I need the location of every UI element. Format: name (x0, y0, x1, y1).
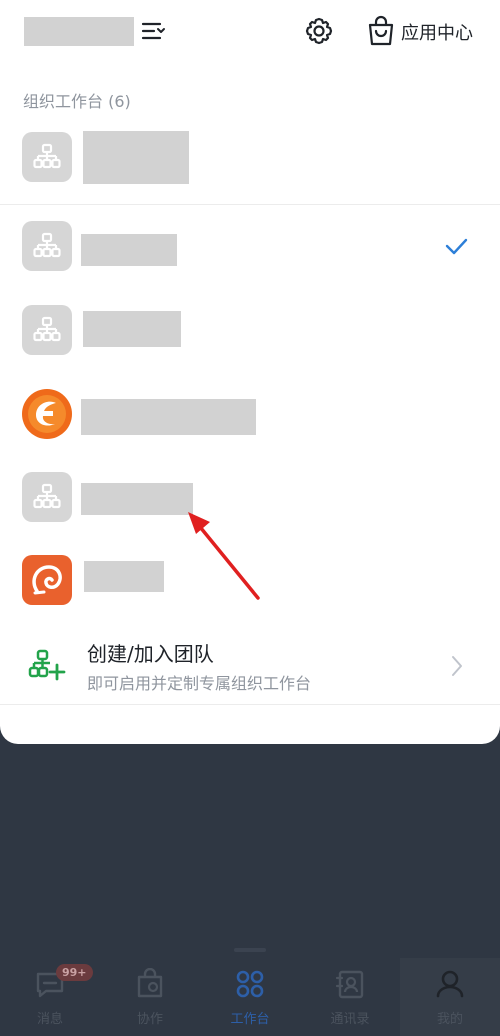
org-logo (22, 221, 72, 271)
workbench-grid-icon (236, 970, 264, 998)
org-logo (22, 472, 72, 522)
tab-label: 消息 (36, 1012, 63, 1027)
section-label: 组织工作台 (6) (23, 92, 131, 111)
org-logo (22, 305, 72, 355)
org-logo (22, 555, 72, 605)
org-name-redacted (84, 561, 164, 592)
current-org-name-redacted[interactable] (24, 17, 134, 46)
tab-label: 我的 (436, 1012, 463, 1027)
org-name-redacted (83, 131, 189, 184)
workspace-switcher-sheet: 应用中心 组织工作台 (6) 创建/加入团队 即可启用并定制专属组织工作台 (0, 0, 500, 744)
top-bar: 应用中心 (0, 0, 500, 64)
tab-label: 通讯录 (330, 1012, 370, 1027)
team-add-icon (28, 649, 66, 681)
org-logo (22, 389, 72, 439)
user-profile-icon (436, 970, 464, 998)
org-name-redacted (81, 234, 177, 266)
unread-badge: 99+ (56, 964, 93, 981)
org-tree-icon (33, 483, 61, 509)
org-name-redacted (81, 399, 256, 435)
collaboration-bag-icon (137, 968, 163, 998)
org-logo (22, 132, 72, 182)
org-row[interactable] (0, 126, 500, 188)
contacts-book-icon (335, 970, 364, 999)
org-tree-icon (33, 232, 61, 258)
create-join-team-row[interactable]: 创建/加入团队 即可启用并定制专属组织工作台 (0, 630, 500, 704)
org-row[interactable] (0, 299, 500, 361)
divider (0, 204, 500, 205)
settings-gear-icon[interactable] (303, 15, 335, 47)
org-row[interactable] (0, 466, 500, 528)
drag-handle (234, 948, 266, 952)
org-row[interactable] (0, 383, 500, 445)
check-icon (445, 238, 468, 255)
chevron-right-icon (452, 656, 462, 676)
orange-swirl-logo (32, 565, 62, 595)
tab-label: 工作台 (230, 1012, 270, 1027)
org-name-redacted (83, 311, 181, 347)
tab-collaboration[interactable]: 协作 (100, 958, 200, 1036)
org-tree-icon (33, 316, 61, 342)
org-row[interactable] (0, 549, 500, 611)
create-team-title: 创建/加入团队 (87, 642, 214, 666)
tab-messages[interactable]: 99+ 消息 (0, 958, 100, 1036)
divider (0, 704, 500, 705)
org-row-selected[interactable] (0, 215, 500, 277)
tab-workbench[interactable]: 工作台 (200, 958, 300, 1036)
create-team-subtitle: 即可启用并定制专属组织工作台 (87, 674, 312, 693)
switch-menu-icon[interactable] (140, 18, 166, 44)
tab-label: 协作 (136, 1012, 163, 1027)
bottom-tab-bar: 99+ 消息 协作 工作台 通讯录 我的 (0, 958, 500, 1036)
org-name-redacted (81, 483, 193, 515)
tab-me[interactable]: 我的 (400, 958, 500, 1036)
tab-contacts[interactable]: 通讯录 (300, 958, 400, 1036)
shopping-bag-icon[interactable] (366, 15, 396, 47)
app-center-link[interactable]: 应用中心 (401, 19, 473, 45)
org-tree-icon (33, 143, 61, 169)
orange-brand-logo (22, 389, 72, 439)
